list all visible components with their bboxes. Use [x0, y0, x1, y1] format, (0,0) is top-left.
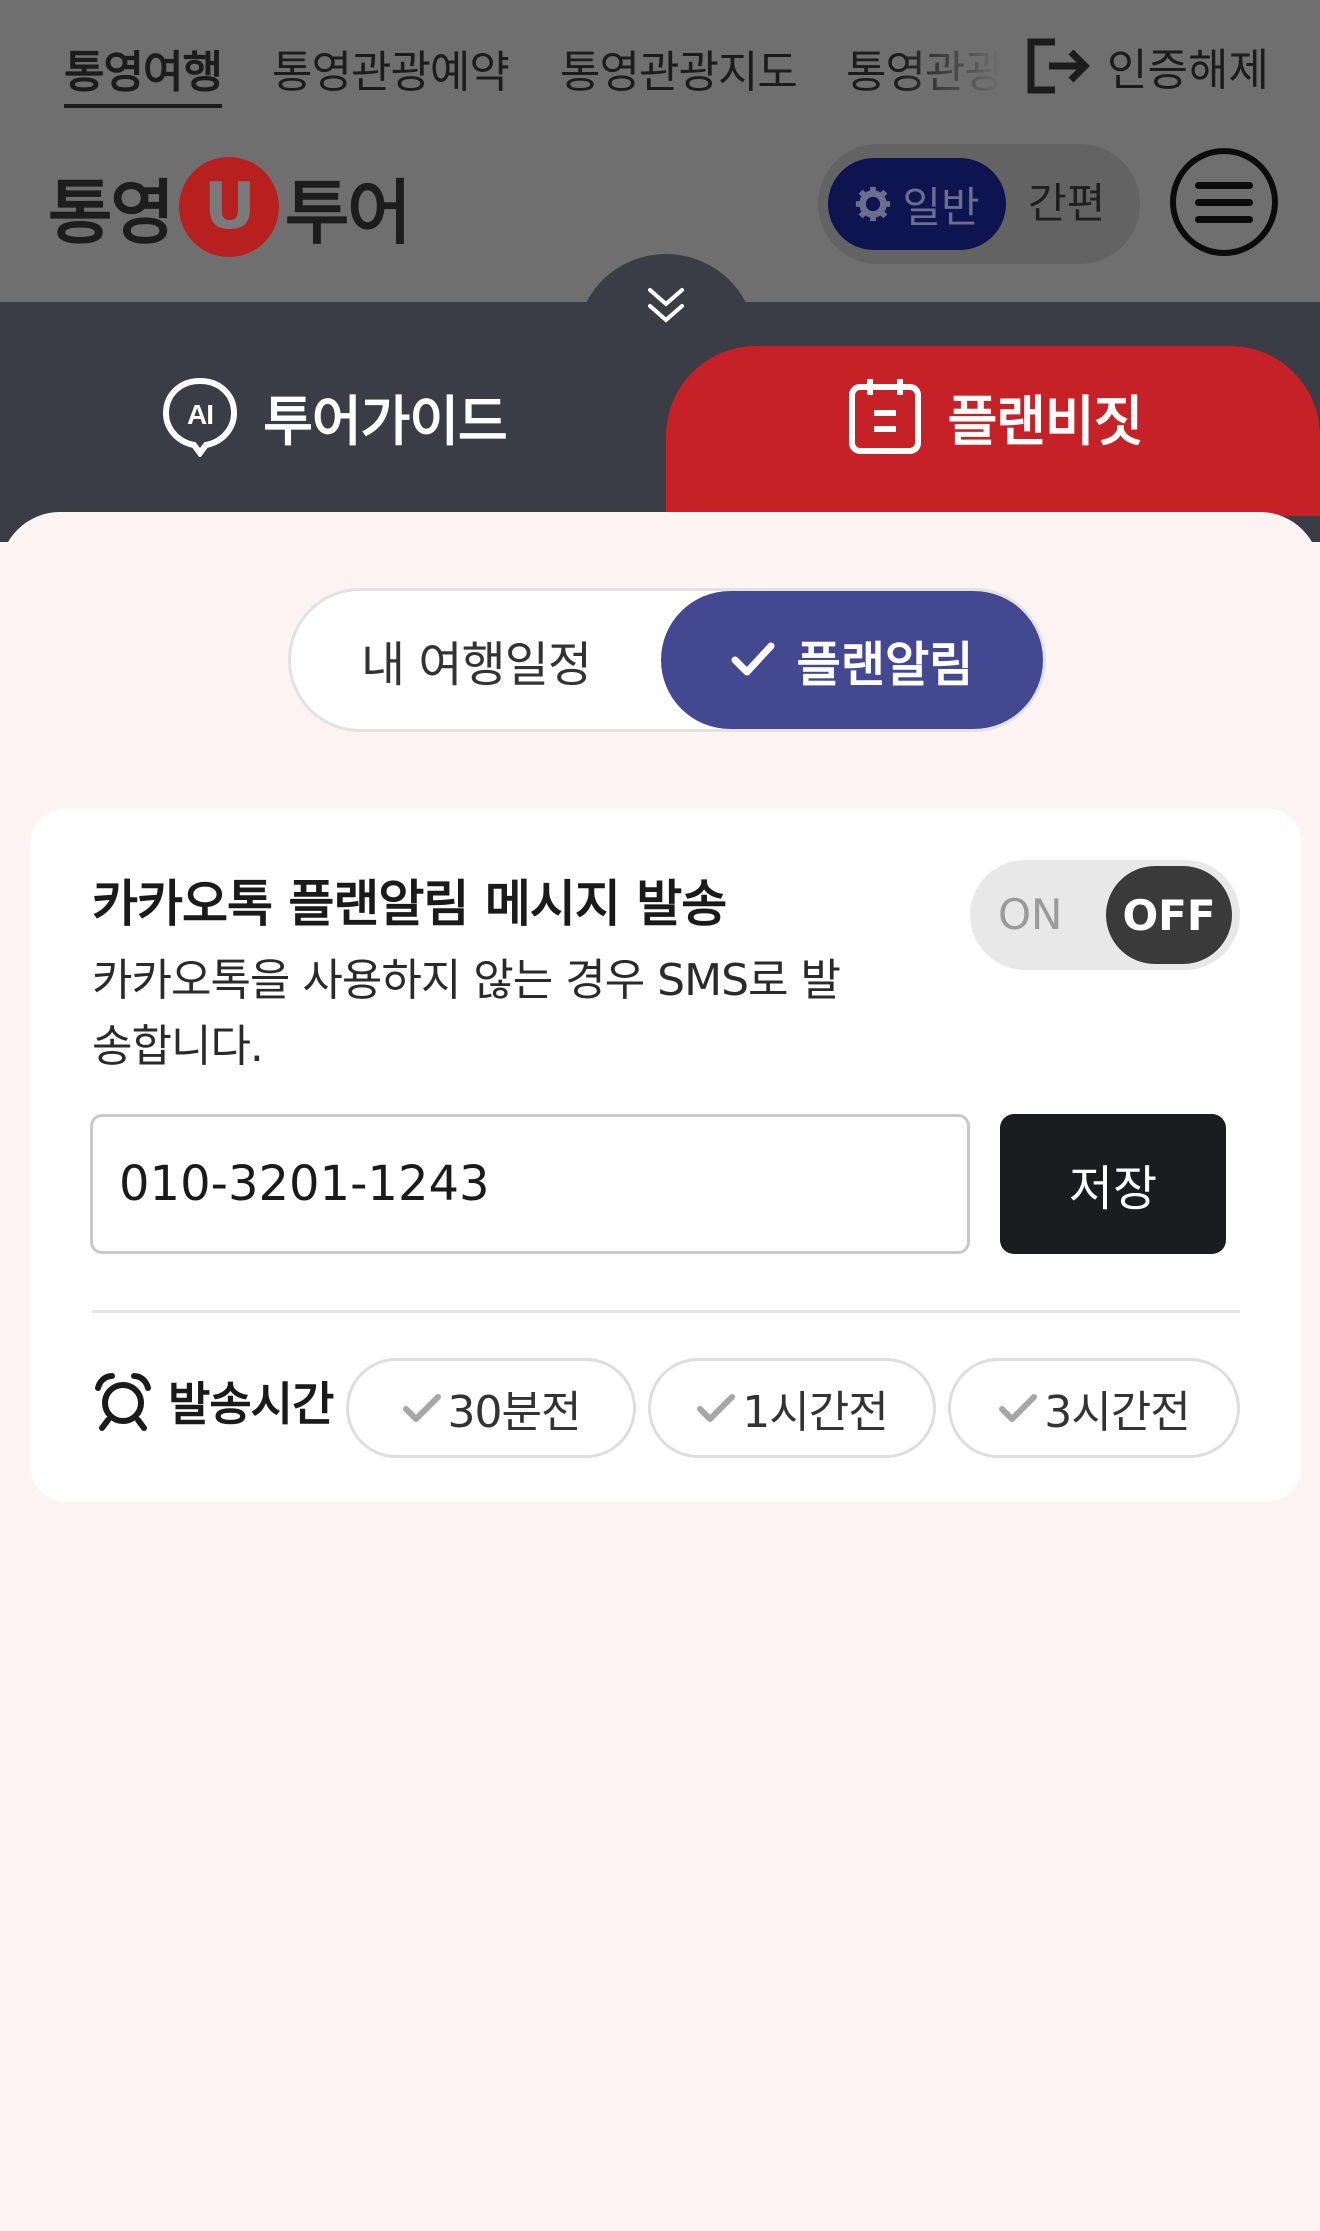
check-icon — [402, 1394, 441, 1422]
site-logo[interactable]: 통영 U 투어 — [48, 152, 412, 262]
svg-text:AI: AI — [187, 399, 213, 430]
send-time-label-text: 발송시간 — [168, 1377, 334, 1431]
save-button[interactable]: 저장 — [1000, 1114, 1226, 1254]
gear-icon — [856, 186, 891, 222]
check-icon — [999, 1394, 1038, 1422]
switch-on-label: ON — [998, 890, 1063, 939]
segment-plan-alert-label: 플랜알림 — [796, 637, 974, 693]
send-time-row: 발송시간 30분전 1시간전 3시간전 — [92, 1358, 1242, 1458]
double-chevron-down-icon — [648, 288, 684, 323]
top-navigation: 통영여행 통영관광예약 통영관광지도 통영관광 인증해제 — [0, 0, 1320, 130]
logout-icon — [1027, 38, 1090, 94]
logo-text-left: 통영 — [48, 171, 175, 254]
ai-chat-icon: AI — [163, 377, 238, 457]
card-title: 카카오톡 플랜알림 메시지 발송 — [92, 875, 727, 933]
alert-on-off-switch[interactable]: ON OFF — [970, 860, 1240, 970]
tab-plan-visit[interactable]: 플랜비짓 — [666, 346, 1320, 516]
mode-simple-button[interactable]: 간편 — [1028, 170, 1105, 231]
hamburger-icon-line — [1195, 198, 1253, 206]
logo-u-mark: U — [178, 157, 279, 257]
check-icon — [697, 1394, 736, 1422]
send-time-label: 발송시간 — [92, 1368, 334, 1434]
logo-text-right: 투어 — [284, 171, 412, 254]
hamburger-icon-line — [1195, 215, 1253, 223]
time-option-30min[interactable]: 30분전 — [346, 1358, 636, 1458]
calendar-icon — [848, 379, 921, 454]
mode-general-label: 일반 — [902, 182, 980, 232]
time-option-1hour[interactable]: 1시간전 — [648, 1358, 936, 1458]
switch-off-knob: OFF — [1106, 866, 1232, 964]
brand-header: 통영 U 투어 일반 간편 — [0, 140, 1320, 270]
hamburger-icon-line — [1195, 181, 1253, 189]
nav-fade-overlay — [900, 20, 1020, 110]
segment-plan-alert[interactable]: 플랜알림 — [661, 591, 1043, 729]
phone-number-input[interactable] — [90, 1114, 970, 1254]
card-description: 카카오톡을 사용하지 않는 경우 SMS로 발송합니다. — [92, 955, 841, 1072]
logout-button[interactable]: 인증해제 — [1025, 34, 1269, 98]
mode-general-button[interactable]: 일반 — [828, 158, 1006, 250]
time-option-3hour[interactable]: 3시간전 — [948, 1358, 1240, 1458]
tab-plan-visit-label: 플랜비짓 — [947, 389, 1144, 453]
nav-item-tourism-booking[interactable]: 통영관광예약 — [272, 36, 510, 100]
view-mode-toggle: 일반 간편 — [818, 144, 1140, 264]
tab-tour-guide-label: 투어가이드 — [263, 389, 507, 453]
alarm-clock-icon — [95, 1373, 151, 1431]
kakao-alert-card: 카카오톡 플랜알림 메시지 발송 카카오톡을 사용하지 않는 경우 SMS로 발… — [30, 808, 1302, 1502]
plan-segment-control: 내 여행일정 플랜알림 — [288, 588, 1046, 732]
hamburger-menu-button[interactable] — [1170, 148, 1278, 256]
logout-label: 인증해제 — [1107, 45, 1269, 96]
time-option-label: 1시간전 — [742, 1387, 888, 1438]
tab-tour-guide[interactable]: AI 투어가이드 — [0, 346, 666, 516]
time-option-label: 30분전 — [447, 1387, 582, 1438]
nav-item-tongyeong-travel[interactable]: 통영여행 — [64, 36, 223, 108]
nav-item-tourism-map[interactable]: 통영관광지도 — [560, 36, 798, 100]
time-option-label: 3시간전 — [1044, 1387, 1190, 1438]
segment-my-itinerary[interactable]: 내 여행일정 — [291, 591, 661, 729]
card-divider — [92, 1310, 1240, 1313]
check-icon — [731, 642, 775, 676]
